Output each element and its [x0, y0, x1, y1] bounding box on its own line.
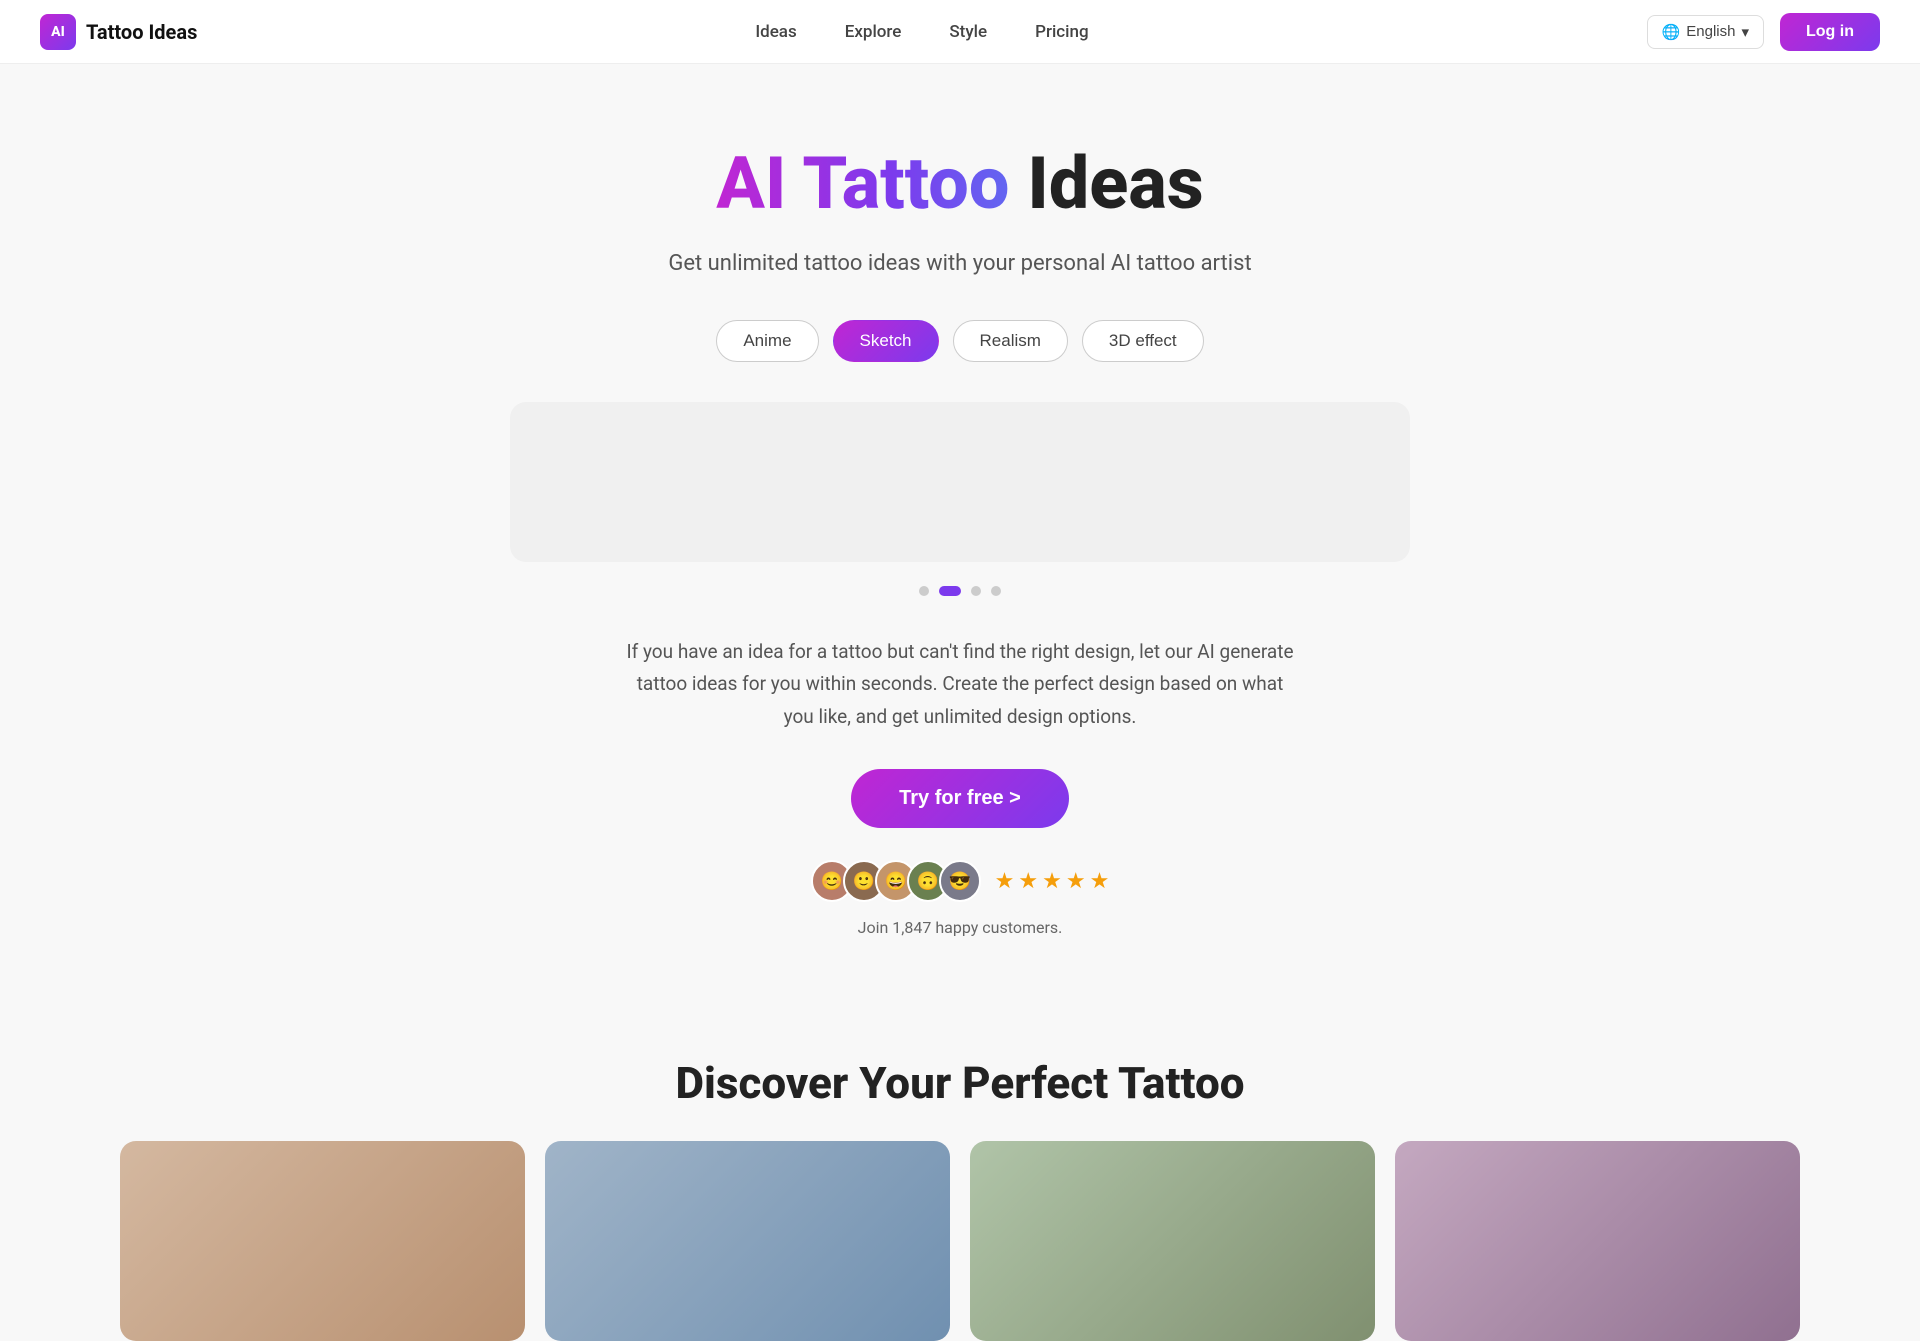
carousel-area: [510, 402, 1410, 562]
discover-card-4: [1395, 1141, 1800, 1341]
language-selector[interactable]: 🌐 English ▾: [1647, 15, 1764, 49]
star-1: ★: [995, 869, 1015, 894]
pill-sketch[interactable]: Sketch: [833, 320, 939, 362]
brand-name: Tattoo Ideas: [86, 20, 197, 44]
discover-section: Discover Your Perfect Tattoo: [0, 1017, 1920, 1341]
discover-title: Discover Your Perfect Tattoo: [120, 1057, 1800, 1109]
try-for-free-button[interactable]: Try for free >: [851, 769, 1069, 828]
hero-section: AI Tattoo Ideas Get unlimited tattoo ide…: [0, 64, 1920, 1017]
pill-3d-effect[interactable]: 3D effect: [1082, 320, 1204, 362]
nav-style[interactable]: Style: [949, 22, 987, 42]
star-rating: ★ ★ ★ ★ ★: [995, 869, 1110, 894]
nav-pricing[interactable]: Pricing: [1035, 22, 1089, 42]
carousel-dot-3[interactable]: [971, 586, 981, 596]
carousel-dot-4[interactable]: [991, 586, 1001, 596]
star-3: ★: [1042, 869, 1062, 894]
star-5: ★: [1090, 869, 1110, 894]
avatar-group: 😊 🙂 😄 🙃 😎: [811, 860, 981, 902]
social-proof: 😊 🙂 😄 🙃 😎 ★ ★ ★ ★ ★: [811, 860, 1110, 902]
star-2: ★: [1018, 869, 1038, 894]
nav-links: Ideas Explore Style Pricing: [755, 22, 1088, 42]
carousel-dot-2[interactable]: [939, 586, 961, 596]
hero-description: If you have an idea for a tattoo but can…: [620, 636, 1300, 733]
discover-card-3: [970, 1141, 1375, 1341]
navbar: AI Tattoo Ideas Ideas Explore Style Pric…: [0, 0, 1920, 64]
globe-icon: 🌐: [1662, 23, 1681, 41]
nav-explore[interactable]: Explore: [845, 22, 902, 42]
discover-card-2: [545, 1141, 950, 1341]
style-pills: Anime Sketch Realism 3D effect: [716, 320, 1203, 362]
brand-logo[interactable]: AI Tattoo Ideas: [40, 14, 197, 50]
discover-card-1: [120, 1141, 525, 1341]
login-button[interactable]: Log in: [1780, 13, 1880, 51]
pill-realism[interactable]: Realism: [953, 320, 1068, 362]
discover-grid: [120, 1141, 1800, 1341]
nav-ideas[interactable]: Ideas: [755, 22, 796, 42]
carousel-dot-1[interactable]: [919, 586, 929, 596]
brand-icon: AI: [40, 14, 76, 50]
star-4: ★: [1066, 869, 1086, 894]
language-label: English: [1686, 23, 1735, 40]
hero-title: AI Tattoo Ideas: [716, 144, 1203, 223]
hero-title-gradient: AI Tattoo: [716, 141, 1009, 226]
avatar-5: 😎: [939, 860, 981, 902]
social-proof-label: Join 1,847 happy customers.: [858, 918, 1063, 937]
pill-anime[interactable]: Anime: [716, 320, 818, 362]
carousel-dots: [919, 586, 1001, 596]
hero-title-plain: Ideas: [1009, 141, 1203, 226]
chevron-down-icon: ▾: [1741, 23, 1749, 41]
hero-subtitle: Get unlimited tattoo ideas with your per…: [668, 247, 1251, 280]
nav-right: 🌐 English ▾ Log in: [1647, 13, 1880, 51]
